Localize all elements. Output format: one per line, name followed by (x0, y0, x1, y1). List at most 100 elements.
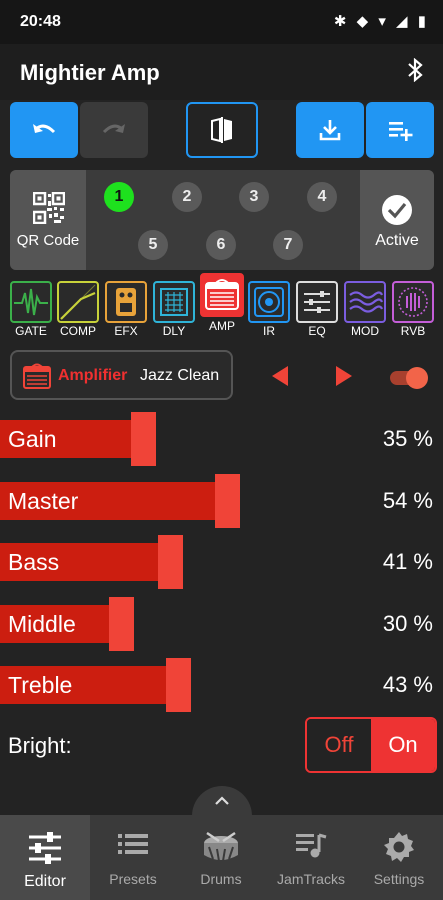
tab-editor-label: Editor (24, 873, 66, 890)
active-button[interactable]: Active (360, 170, 434, 270)
gear-icon (384, 832, 414, 862)
compare-icon (211, 117, 232, 143)
slider-bass[interactable]: Bass 41 % (0, 535, 443, 589)
redo-button[interactable] (80, 102, 148, 158)
fx-gate-button[interactable] (10, 281, 52, 323)
slider-gain[interactable]: Gain 35 % (0, 412, 443, 466)
compare-button[interactable] (186, 102, 258, 158)
fx-rvb-label: RVB (400, 324, 426, 338)
status-bar: 20:48 ✱ ◆ ▾ ◢ ▮ (0, 0, 443, 44)
slider-value: 41 % (382, 549, 433, 574)
slider-label: Master (8, 487, 79, 514)
fx-comp-button[interactable] (57, 281, 99, 323)
previous-model-arrow-icon[interactable] (272, 366, 288, 386)
tab-settings-label: Settings (373, 871, 425, 887)
delay-grid-icon (160, 288, 188, 316)
slider-master[interactable]: Master 54 % (0, 473, 443, 528)
speaker-icon (254, 287, 284, 317)
redo-icon (102, 124, 125, 134)
compressor-curve-icon (60, 284, 96, 320)
fx-eq-button[interactable] (296, 281, 338, 323)
tab-editor[interactable]: Editor (0, 815, 90, 900)
fx-mod-label: MOD (351, 324, 379, 338)
tab-presets-label: Presets (109, 871, 157, 887)
slider-handle[interactable] (215, 473, 240, 528)
next-model-arrow-icon[interactable] (336, 366, 352, 386)
bright-off-option[interactable]: Off (307, 719, 371, 771)
bright-label: Bright: (8, 733, 72, 758)
tab-drums[interactable]: Drums (176, 815, 266, 900)
chevron-up-icon (215, 796, 229, 805)
sliders-icon (29, 832, 61, 864)
undo-button[interactable] (10, 102, 78, 158)
slider-value: 43 % (382, 672, 433, 697)
status-time: 20:48 (20, 13, 61, 30)
slider-handle[interactable] (131, 412, 156, 466)
fx-efx-label: EFX (114, 324, 138, 338)
fx-mod-button[interactable] (344, 281, 386, 323)
bottom-navigation: Editor Presets Drums JamTracks Settings (0, 815, 443, 900)
modulation-wave-icon (349, 291, 384, 313)
qr-code-button[interactable]: QR Code (10, 170, 86, 270)
bright-switch[interactable]: Off On (305, 717, 437, 773)
bluetooth-icon[interactable] (407, 57, 423, 88)
preset-panel: QR Code 1 2 3 4 5 6 7 Active (10, 170, 434, 270)
preset-slot-5[interactable]: 5 (138, 230, 168, 260)
fx-amp-button[interactable] (200, 273, 244, 317)
amp-enable-toggle[interactable] (386, 367, 430, 389)
save-preset-button[interactable] (296, 102, 364, 158)
playlist-add-icon (389, 122, 413, 141)
slider-label: Treble (8, 672, 73, 698)
list-icon (118, 834, 148, 854)
fx-rvb-button[interactable] (392, 281, 434, 323)
app-bar: Mightier Amp (0, 44, 443, 100)
preset-slot-6[interactable]: 6 (206, 230, 236, 260)
slider-handle[interactable] (158, 535, 183, 589)
fx-ir-label: IR (263, 324, 275, 338)
bright-on-option[interactable]: On (371, 719, 435, 771)
amplifier-icon (23, 363, 51, 389)
download-icon (319, 120, 341, 141)
expand-panel-button[interactable] (192, 786, 252, 816)
toggle-knob (406, 367, 428, 389)
slider-label: Gain (8, 426, 57, 452)
slider-handle[interactable] (109, 596, 134, 651)
drum-icon (204, 831, 238, 862)
slider-treble[interactable]: Treble 43 % (0, 658, 443, 712)
slider-handle[interactable] (166, 658, 191, 712)
eq-sliders-icon (304, 291, 330, 313)
tab-settings[interactable]: Settings (354, 815, 443, 900)
pedal-icon (116, 288, 136, 316)
tab-jamtracks-label: JamTracks (277, 871, 345, 887)
tab-jamtracks[interactable]: JamTracks (266, 815, 356, 900)
fx-dly-button[interactable] (153, 281, 195, 323)
fx-comp-label: COMP (60, 324, 96, 338)
fx-amp-label: AMP (208, 319, 235, 333)
fx-gate-label: GATE (15, 324, 47, 338)
fx-ir-button[interactable] (248, 281, 290, 323)
fx-efx-button[interactable] (105, 281, 147, 323)
amp-model-name: Jazz Clean (140, 367, 220, 384)
add-to-playlist-button[interactable] (366, 102, 434, 158)
preset-slot-3[interactable]: 3 (239, 182, 269, 212)
slider-middle[interactable]: Middle 30 % (0, 596, 443, 651)
preset-slot-7[interactable]: 7 (273, 230, 303, 260)
qr-code-label: QR Code (16, 232, 80, 249)
amp-category: Amplifier (58, 367, 128, 384)
preset-slot-1[interactable]: 1 (104, 182, 134, 212)
gate-waveform-icon (14, 288, 48, 316)
slider-value: 30 % (382, 610, 433, 636)
amplifier-icon (205, 279, 239, 310)
fx-eq-label: EQ (308, 324, 326, 338)
preset-slot-2[interactable]: 2 (172, 182, 202, 212)
slider-value: 54 % (382, 487, 433, 513)
preset-slot-4[interactable]: 4 (307, 182, 337, 212)
reverb-icon (398, 287, 428, 317)
playlist-music-icon (296, 833, 327, 858)
slider-label: Bass (8, 549, 60, 575)
amp-model-selector[interactable]: Amplifier Jazz Clean (10, 350, 233, 400)
status-icons: ✱ ◆ ▾ ◢ ▮ (333, 13, 429, 30)
qr-code-icon (33, 192, 65, 224)
fx-dly-label: DLY (162, 324, 186, 338)
tab-presets[interactable]: Presets (88, 815, 178, 900)
